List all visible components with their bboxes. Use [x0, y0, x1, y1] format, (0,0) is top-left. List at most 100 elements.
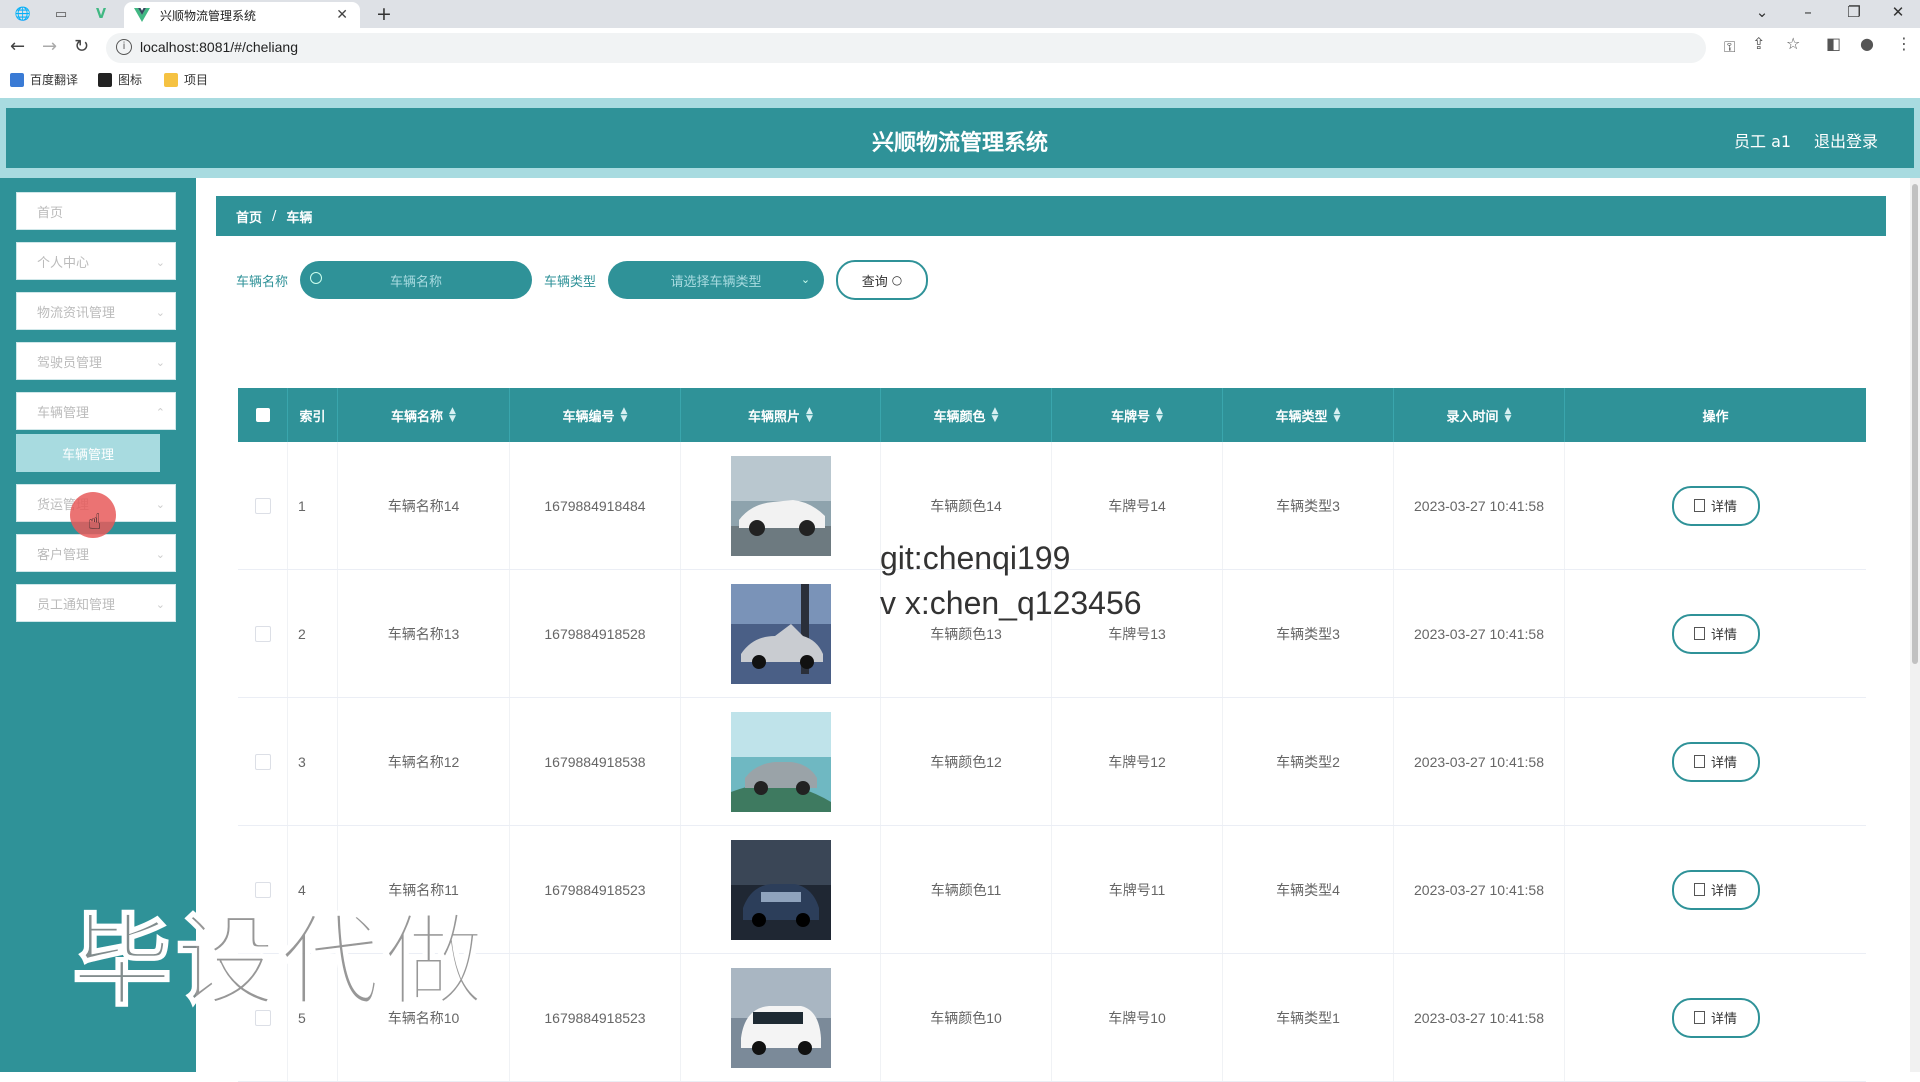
row-time: 2023-03-27 10:41:58: [1394, 442, 1565, 569]
chevron-down-icon: ⌄: [155, 548, 165, 561]
query-button[interactable]: 查询 ○: [836, 260, 929, 300]
col-color[interactable]: 车辆颜色 ▲ ▼: [881, 388, 1052, 442]
vehicle-type-select[interactable]: 请选择车辆类型 ⌄: [608, 261, 825, 299]
col-actions: 操作: [1702, 409, 1729, 425]
sidebar-item-drivers[interactable]: 驾驶员管理 ⌄: [16, 342, 176, 380]
key-icon[interactable]: ⚿: [1724, 38, 1735, 56]
vehicle-name-input[interactable]: 车辆名称: [300, 261, 533, 299]
sort-icon[interactable]: ▲ ▼: [449, 407, 456, 424]
table-header: 索引 车辆名称 ▲ ▼ 车辆编号 ▲ ▼ 车辆照片 ▲ ▼ 车辆颜色 ▲ ▼ 车牌号 ▲ ▼ 车辆类…: [238, 388, 1866, 442]
menu-dots-icon[interactable]: ⋮: [1896, 34, 1912, 53]
row-type: 车辆类型4: [1223, 826, 1394, 953]
sidebar-item-vehicles[interactable]: 车辆管理 ⌃: [16, 392, 176, 430]
profile-icon[interactable]: ●: [1860, 34, 1874, 53]
sort-icon[interactable]: ▲ ▼: [1156, 407, 1163, 424]
bookmark-project[interactable]: 项目: [164, 71, 208, 88]
user-name[interactable]: 员工 a1: [1734, 128, 1791, 152]
sidebar-item-notices[interactable]: 员工通知管理 ⌄: [16, 584, 176, 622]
chevron-down-icon: ⌄: [155, 356, 165, 369]
detail-button[interactable]: 详情: [1671, 613, 1760, 654]
restore-icon[interactable]: ❐: [1834, 3, 1874, 21]
row-type: 车辆类型1: [1223, 954, 1394, 1081]
sort-icon[interactable]: ▲ ▼: [1505, 407, 1512, 424]
car-photo[interactable]: [730, 839, 831, 940]
col-time[interactable]: 录入时间 ▲ ▼: [1394, 388, 1565, 442]
watermark-text: 毕设代做: [71, 902, 488, 1021]
star-icon[interactable]: ☆: [1786, 34, 1800, 53]
omnibox[interactable]: i localhost:8081/#/cheliang ⚿: [106, 33, 1735, 63]
row-name: 车辆名称12: [338, 698, 510, 825]
col-type[interactable]: 车辆类型 ▲ ▼: [1223, 388, 1394, 442]
detail-button[interactable]: 详情: [1671, 741, 1760, 782]
document-icon: [1693, 883, 1705, 896]
sidebar-item-customers[interactable]: 客户管理 ⌄: [16, 534, 176, 572]
overlay-text-git: git:chenqi199: [880, 540, 1071, 576]
browser-tab-active[interactable]: 兴顺物流管理系统 ✕: [124, 2, 360, 28]
sidebar-item-news[interactable]: 物流资讯管理 ⌄: [16, 292, 176, 330]
blank-tab-icon[interactable]: ▭: [50, 4, 72, 24]
search-form: 车辆名称 车辆名称 车辆类型 请选择车辆类型 ⌄ 查询 ○: [236, 260, 929, 300]
scrollbar-thumb[interactable]: [1912, 184, 1918, 664]
row-checkbox[interactable]: [254, 625, 271, 642]
scrollbar[interactable]: [1910, 178, 1920, 1072]
detail-button[interactable]: 详情: [1671, 997, 1760, 1038]
minimize-icon[interactable]: –: [1788, 3, 1828, 21]
car-photo[interactable]: [730, 455, 831, 556]
back-icon[interactable]: ←: [10, 36, 25, 57]
sidebar-item-home[interactable]: 首页: [16, 192, 176, 230]
chevron-down-icon: ⌄: [155, 306, 165, 319]
table-row: 3 车辆名称12 1679884918538 车辆颜色12 车牌号12 车辆类型…: [238, 698, 1866, 826]
detail-button[interactable]: 详情: [1671, 869, 1760, 910]
search-icon: [310, 272, 323, 284]
logout-button[interactable]: 退出登录: [1814, 128, 1878, 152]
select-all-cell: [238, 388, 288, 442]
row-checkbox[interactable]: [254, 497, 271, 514]
forward-icon[interactable]: →: [42, 36, 57, 57]
share-icon[interactable]: ⇪: [1752, 34, 1765, 53]
close-window-icon[interactable]: ✕: [1878, 3, 1918, 21]
tab-search-icon[interactable]: ⌄: [1742, 3, 1782, 21]
select-all-checkbox[interactable]: [255, 408, 270, 422]
image-icon: [98, 72, 112, 87]
bookmark-icons[interactable]: 图标: [98, 71, 142, 88]
sort-icon[interactable]: ▲ ▼: [1334, 407, 1341, 424]
close-tab-icon[interactable]: ✕: [336, 7, 348, 23]
col-name[interactable]: 车辆名称 ▲ ▼: [338, 388, 510, 442]
document-icon: [1693, 627, 1705, 640]
sidebar-subitem-vehicles[interactable]: 车辆管理: [16, 434, 160, 472]
col-plate[interactable]: 车牌号 ▲ ▼: [1052, 388, 1223, 442]
row-code: 1679884918528: [510, 570, 681, 697]
col-code[interactable]: 车辆编号 ▲ ▼: [510, 388, 681, 442]
row-type: 车辆类型3: [1223, 570, 1394, 697]
sidepanel-icon[interactable]: ◧: [1826, 34, 1841, 53]
row-photo-cell: [681, 954, 881, 1081]
reload-icon[interactable]: ↻: [74, 36, 89, 57]
sort-icon[interactable]: ▲ ▼: [621, 407, 628, 424]
vehicle-name-placeholder: 车辆名称: [390, 274, 443, 290]
breadcrumb-separator: /: [272, 208, 277, 224]
detail-button[interactable]: 详情: [1671, 485, 1760, 526]
sidebar-item-profile[interactable]: 个人中心 ⌄: [16, 242, 176, 280]
translate-icon: [10, 72, 24, 87]
row-checkbox[interactable]: [254, 753, 271, 770]
info-icon[interactable]: i: [116, 39, 132, 55]
row-index: 2: [288, 570, 338, 697]
car-photo[interactable]: [730, 967, 831, 1068]
car-photo[interactable]: [730, 711, 831, 812]
row-index: 3: [288, 698, 338, 825]
chevron-down-icon: ⌄: [155, 498, 165, 511]
globe-icon[interactable]: 🌐: [12, 4, 34, 24]
breadcrumb-current: 车辆: [286, 210, 313, 226]
car-photo[interactable]: [730, 583, 831, 684]
sort-icon[interactable]: ▲ ▼: [992, 407, 999, 424]
vehicle-type-placeholder: 请选择车辆类型: [670, 274, 762, 290]
bookmark-translate[interactable]: 百度翻译: [10, 71, 78, 88]
row-code: 1679884918523: [510, 954, 681, 1081]
new-tab-icon[interactable]: +: [376, 3, 392, 25]
sort-icon[interactable]: ▲ ▼: [806, 407, 813, 424]
breadcrumb-home[interactable]: 首页: [236, 207, 262, 226]
col-photo[interactable]: 车辆照片 ▲ ▼: [681, 388, 881, 442]
vue-logo-icon[interactable]: V: [90, 4, 112, 24]
app-header: 兴顺物流管理系统 员工 a1 退出登录: [0, 98, 1920, 178]
url-text[interactable]: localhost:8081/#/cheliang: [140, 39, 298, 55]
